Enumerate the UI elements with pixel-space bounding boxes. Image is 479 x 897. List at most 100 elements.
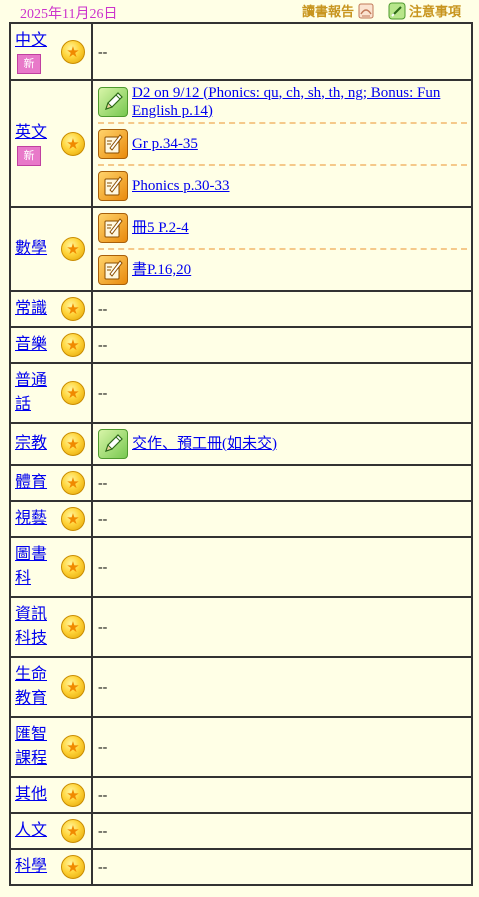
notes-link[interactable]: 注意事項 — [388, 1, 461, 20]
subject-row: 宗教 ★ 交作、預工冊(如未交) — [9, 422, 473, 466]
subject-link[interactable]: 科學 — [15, 855, 51, 879]
reading-report-link[interactable]: 讀書報告 — [302, 1, 375, 20]
subject-row: 音樂 ★ -- — [9, 326, 473, 364]
star-icon[interactable]: ★ — [61, 297, 85, 321]
subject-link[interactable]: 匯智課程 — [15, 723, 51, 771]
homework-cell: -- — [91, 776, 473, 814]
homework-item: Gr p.34-35 — [98, 124, 467, 166]
star-icon[interactable]: ★ — [61, 333, 85, 357]
empty-placeholder: -- — [98, 788, 108, 803]
subject-row: 數學 ★ 冊5 P.2-4 書P.16,20 — [9, 206, 473, 292]
subject-cell: 音樂 ★ — [9, 326, 93, 364]
pencil-green-icon — [98, 86, 128, 117]
homework-table: 中文新 ★ -- 英文新 ★ D2 on 9/12 (Phonics: qu, ch, s… — [9, 22, 473, 886]
writing-orange-icon — [98, 213, 128, 243]
reading-report-icon — [357, 2, 375, 20]
reading-report-label: 讀書報告 — [302, 5, 355, 20]
subject-link[interactable]: 中文 — [15, 29, 51, 53]
homework-link[interactable]: Phonics p.30-33 — [132, 177, 230, 195]
star-icon[interactable]: ★ — [61, 39, 85, 64]
homework-cell: 冊5 P.2-4 書P.16,20 — [91, 206, 473, 292]
homework-cell: -- — [91, 812, 473, 850]
subject-cell: 宗教 ★ — [9, 422, 93, 466]
empty-placeholder: -- — [98, 302, 108, 317]
subject-row: 人文 ★ -- — [9, 812, 473, 850]
subject-link[interactable]: 視藝 — [15, 507, 51, 531]
homework-item: Phonics p.30-33 — [98, 166, 467, 206]
star-icon[interactable]: ★ — [61, 131, 85, 156]
notes-label: 注意事項 — [409, 5, 462, 20]
subject-row: 資訊科技 ★ -- — [9, 596, 473, 658]
writing-orange-icon — [98, 255, 128, 285]
subject-link[interactable]: 普通話 — [15, 369, 51, 417]
subject-cell: 科學 ★ — [9, 848, 93, 886]
homework-cell: -- — [91, 848, 473, 886]
subject-link[interactable]: 音樂 — [15, 333, 51, 357]
subject-link[interactable]: 數學 — [15, 237, 51, 261]
subject-link[interactable]: 資訊科技 — [15, 603, 51, 651]
homework-link[interactable]: Gr p.34-35 — [132, 135, 198, 153]
subject-cell: 中文新 ★ — [9, 22, 93, 81]
star-icon[interactable]: ★ — [61, 555, 85, 579]
star-icon[interactable]: ★ — [61, 471, 85, 495]
subject-cell: 英文新 ★ — [9, 79, 93, 208]
star-icon[interactable]: ★ — [61, 735, 85, 759]
homework-cell: 交作、預工冊(如未交) — [91, 422, 473, 466]
star-icon[interactable]: ★ — [61, 675, 85, 699]
empty-placeholder: -- — [98, 512, 108, 527]
homework-link[interactable]: 冊5 P.2-4 — [132, 219, 189, 237]
empty-placeholder: -- — [98, 476, 108, 491]
empty-placeholder: -- — [98, 824, 108, 839]
homework-cell: D2 on 9/12 (Phonics: qu, ch, sh, th, ng;… — [91, 79, 473, 208]
subject-row: 圖書科 ★ -- — [9, 536, 473, 598]
homework-cell: -- — [91, 464, 473, 502]
empty-placeholder: -- — [98, 740, 108, 755]
empty-placeholder: -- — [98, 620, 108, 635]
subject-link[interactable]: 英文 — [15, 121, 51, 145]
star-icon[interactable]: ★ — [61, 615, 85, 639]
subject-link[interactable]: 常識 — [15, 297, 51, 321]
empty-placeholder: -- — [98, 560, 108, 575]
subject-cell: 數學 ★ — [9, 206, 93, 292]
subject-cell: 其他 ★ — [9, 776, 93, 814]
subject-link[interactable]: 體育 — [15, 471, 51, 495]
homework-item: D2 on 9/12 (Phonics: qu, ch, sh, th, ng;… — [98, 82, 467, 124]
subject-cell: 圖書科 ★ — [9, 536, 93, 598]
empty-placeholder: -- — [98, 386, 108, 401]
star-icon[interactable]: ★ — [61, 507, 85, 531]
homework-link[interactable]: 書P.16,20 — [132, 261, 191, 279]
subject-link[interactable]: 其他 — [15, 783, 51, 807]
star-icon[interactable]: ★ — [61, 381, 85, 405]
subject-row: 常識 ★ -- — [9, 290, 473, 328]
homework-item: 交作、預工冊(如未交) — [98, 427, 467, 461]
subject-cell: 人文 ★ — [9, 812, 93, 850]
subject-link[interactable]: 人文 — [15, 819, 51, 843]
homework-cell: -- — [91, 290, 473, 328]
homework-cell: -- — [91, 500, 473, 538]
subject-cell: 常識 ★ — [9, 290, 93, 328]
homework-link[interactable]: D2 on 9/12 (Phonics: qu, ch, sh, th, ng;… — [132, 84, 467, 120]
subject-cell: 生命教育 ★ — [9, 656, 93, 718]
new-badge: 新 — [17, 54, 41, 74]
pencil-green-icon — [98, 429, 128, 459]
subject-row: 英文新 ★ D2 on 9/12 (Phonics: qu, ch, sh, th,… — [9, 79, 473, 208]
empty-placeholder: -- — [98, 680, 108, 695]
homework-link[interactable]: 交作、預工冊(如未交) — [132, 435, 277, 453]
star-icon[interactable]: ★ — [61, 855, 85, 879]
writing-orange-icon — [98, 170, 128, 201]
subject-link[interactable]: 生命教育 — [15, 663, 51, 711]
subject-cell: 視藝 ★ — [9, 500, 93, 538]
homework-cell: -- — [91, 326, 473, 364]
subject-row: 普通話 ★ -- — [9, 362, 473, 424]
subject-link[interactable]: 宗教 — [15, 432, 51, 456]
new-badge: 新 — [17, 146, 41, 166]
star-icon[interactable]: ★ — [61, 432, 85, 456]
subject-row: 中文新 ★ -- — [9, 22, 473, 81]
star-icon[interactable]: ★ — [61, 819, 85, 843]
empty-placeholder: -- — [98, 44, 108, 60]
subject-link[interactable]: 圖書科 — [15, 543, 51, 591]
subject-row: 生命教育 ★ -- — [9, 656, 473, 718]
homework-item: 書P.16,20 — [98, 250, 467, 290]
star-icon[interactable]: ★ — [61, 783, 85, 807]
star-icon[interactable]: ★ — [61, 237, 85, 261]
